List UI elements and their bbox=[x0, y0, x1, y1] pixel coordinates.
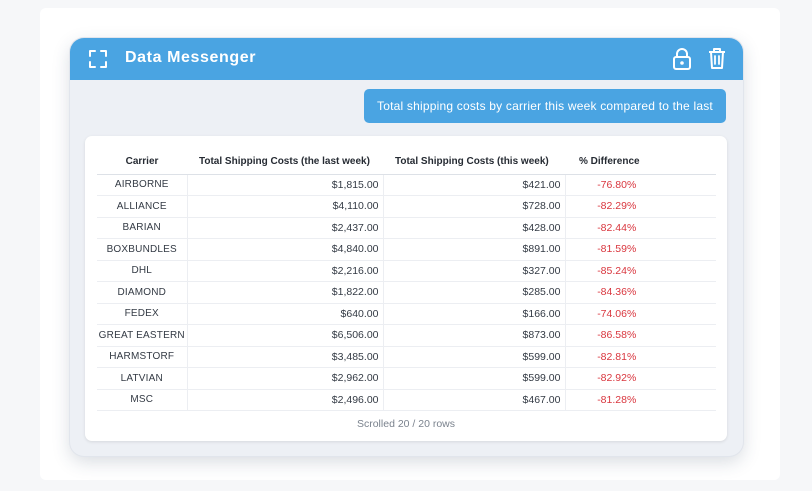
cell-last-week: $3,485.00 bbox=[186, 346, 383, 368]
cell-last-week: $2,962.00 bbox=[186, 367, 383, 390]
cell-difference: -76.80% bbox=[564, 174, 716, 196]
cell-difference: -85.24% bbox=[564, 260, 716, 282]
cell-difference: -81.28% bbox=[564, 389, 716, 411]
table-row: DIAMOND $1,822.00 $285.00 -84.36% bbox=[97, 281, 716, 304]
cell-carrier: DHL bbox=[97, 260, 187, 282]
table-row: BARIAN $2,437.00 $428.00 -82.44% bbox=[97, 217, 716, 239]
cell-this-week: $728.00 bbox=[382, 195, 565, 218]
column-header-difference[interactable]: % Difference bbox=[565, 149, 716, 175]
cell-this-week: $166.00 bbox=[382, 303, 565, 325]
column-header-this-week[interactable]: Total Shipping Costs (this week) bbox=[383, 149, 565, 175]
cell-difference: -81.59% bbox=[564, 238, 716, 261]
cell-this-week: $421.00 bbox=[382, 174, 565, 196]
cell-carrier: DIAMOND bbox=[97, 281, 187, 304]
cell-last-week: $1,815.00 bbox=[186, 174, 383, 196]
cell-last-week: $4,840.00 bbox=[186, 238, 383, 261]
data-table: Carrier Total Shipping Costs (the last w… bbox=[97, 149, 716, 411]
cell-last-week: $6,506.00 bbox=[186, 324, 383, 347]
table-row: BOXBUNDLES $4,840.00 $891.00 -81.59% bbox=[97, 238, 716, 261]
table-row: ALLIANCE $4,110.00 $728.00 -82.29% bbox=[97, 195, 716, 218]
cell-difference: -82.44% bbox=[564, 217, 716, 239]
expand-icon[interactable] bbox=[89, 50, 107, 68]
cell-carrier: LATVIAN bbox=[97, 367, 187, 390]
cell-this-week: $599.00 bbox=[382, 346, 565, 368]
cell-this-week: $599.00 bbox=[382, 367, 565, 390]
trash-icon[interactable] bbox=[707, 47, 727, 69]
table-row: MSC $2,496.00 $467.00 -81.28% bbox=[97, 389, 716, 411]
cell-carrier: HARMSTORF bbox=[97, 346, 187, 368]
cell-last-week: $4,110.00 bbox=[186, 195, 383, 218]
cell-this-week: $428.00 bbox=[382, 217, 565, 239]
cell-this-week: $467.00 bbox=[382, 389, 565, 411]
cell-difference: -82.81% bbox=[564, 346, 716, 368]
user-query-bubble: Total shipping costs by carrier this wee… bbox=[364, 89, 726, 123]
cell-last-week: $2,496.00 bbox=[186, 389, 383, 411]
cell-last-week: $2,216.00 bbox=[186, 260, 383, 282]
cell-this-week: $873.00 bbox=[382, 324, 565, 347]
cell-carrier: ALLIANCE bbox=[97, 195, 187, 218]
table-header-row: Carrier Total Shipping Costs (the last w… bbox=[97, 149, 716, 175]
window-header: Data Messenger bbox=[70, 38, 743, 80]
table-row: GREAT EASTERN $6,506.00 $873.00 -86.58% bbox=[97, 324, 716, 347]
table-row: DHL $2,216.00 $327.00 -85.24% bbox=[97, 260, 716, 282]
table-row: HARMSTORF $3,485.00 $599.00 -82.81% bbox=[97, 346, 716, 368]
cell-difference: -82.92% bbox=[564, 367, 716, 390]
cell-difference: -84.36% bbox=[564, 281, 716, 304]
cell-carrier: MSC bbox=[97, 389, 187, 411]
table-row: AIRBORNE $1,815.00 $421.00 -76.80% bbox=[97, 174, 716, 196]
column-header-last-week[interactable]: Total Shipping Costs (the last week) bbox=[187, 149, 383, 175]
cell-carrier: BARIAN bbox=[97, 217, 187, 239]
cell-carrier: FEDEX bbox=[97, 303, 187, 325]
cell-carrier: AIRBORNE bbox=[97, 174, 187, 196]
cell-last-week: $640.00 bbox=[186, 303, 383, 325]
window-title: Data Messenger bbox=[125, 49, 257, 66]
response-card: Carrier Total Shipping Costs (the last w… bbox=[85, 136, 727, 441]
cell-this-week: $891.00 bbox=[382, 238, 565, 261]
cell-carrier: BOXBUNDLES bbox=[97, 238, 187, 261]
cell-carrier: GREAT EASTERN bbox=[97, 324, 187, 347]
cell-last-week: $2,437.00 bbox=[186, 217, 383, 239]
cell-difference: -86.58% bbox=[564, 324, 716, 347]
cell-difference: -82.29% bbox=[564, 195, 716, 218]
cell-this-week: $285.00 bbox=[382, 281, 565, 304]
cell-this-week: $327.00 bbox=[382, 260, 565, 282]
column-header-carrier[interactable]: Carrier bbox=[97, 149, 187, 175]
cell-last-week: $1,822.00 bbox=[186, 281, 383, 304]
table-row: LATVIAN $2,962.00 $599.00 -82.92% bbox=[97, 367, 716, 390]
table-row: FEDEX $640.00 $166.00 -74.06% bbox=[97, 303, 716, 325]
lock-icon[interactable] bbox=[672, 48, 692, 70]
data-messenger-window: Data Messenger Total shipping costs by c… bbox=[70, 38, 743, 456]
scroll-status: Scrolled 20 / 20 rows bbox=[356, 418, 456, 430]
cell-difference: -74.06% bbox=[564, 303, 716, 325]
